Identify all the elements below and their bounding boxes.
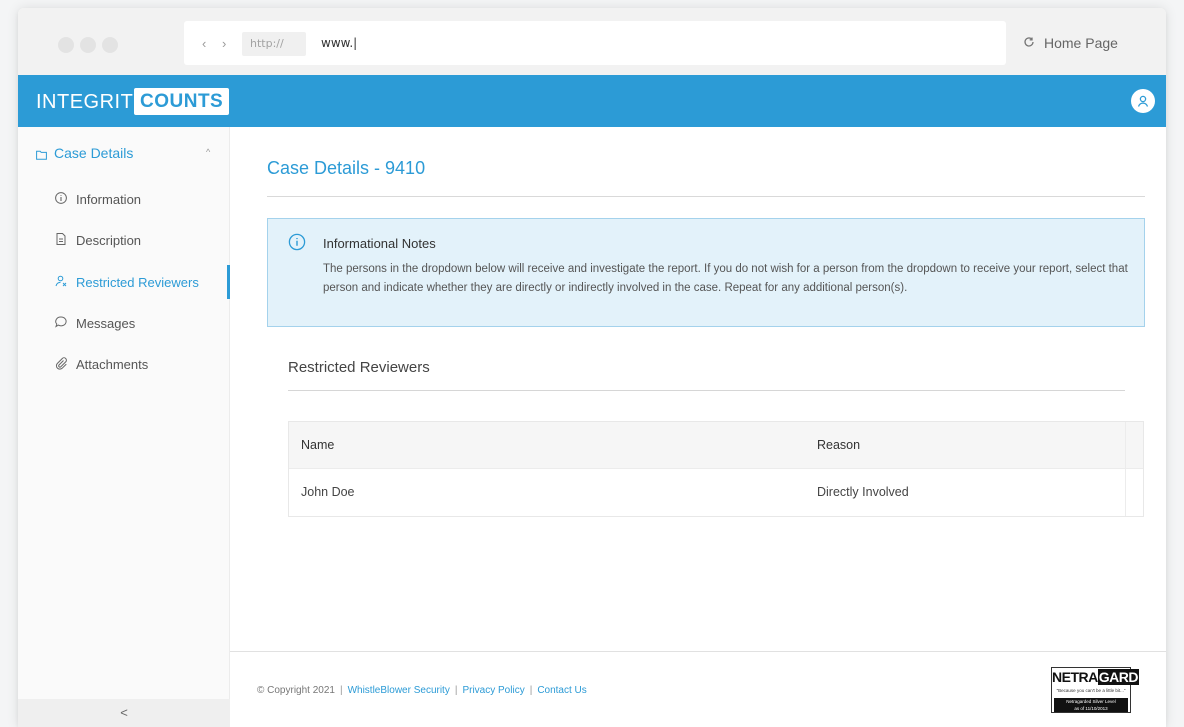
divider: [267, 196, 1145, 197]
sidebar-item-label: Attachments: [76, 357, 149, 372]
badge-logo: NETRAGARD: [1052, 669, 1139, 685]
paperclip-icon: [54, 356, 68, 370]
column-header-name[interactable]: Name: [301, 438, 334, 452]
column-divider: [1125, 469, 1126, 516]
cell-name: John Doe: [301, 485, 355, 499]
window-minimize-dot[interactable]: [80, 37, 96, 53]
sidebar-item-restricted-reviewers[interactable]: Restricted Reviewers: [18, 265, 230, 299]
browser-chrome: ‹ › http:// www.| Home Page: [18, 8, 1166, 75]
footer: © Copyright 2021 | WhistleBlower Security |…: [257, 685, 587, 696]
column-header-reason[interactable]: Reason: [817, 438, 860, 452]
cell-reason: Directly Involved: [817, 485, 909, 499]
whistleblower-security-link[interactable]: WhistleBlower Security: [348, 685, 450, 696]
sidebar-item-messages[interactable]: Messages: [18, 306, 230, 340]
sidebar-item-label: Messages: [76, 316, 136, 331]
chat-bubble-icon: [54, 315, 68, 329]
home-page-link[interactable]: Home Page: [1044, 35, 1118, 51]
address-bar[interactable]: [184, 21, 1006, 65]
info-circle-icon: [54, 191, 68, 205]
sidebar-item-attachments[interactable]: Attachments: [18, 347, 230, 381]
badge-tagline: "Because you can't be a little bit...": [1056, 688, 1126, 693]
copyright-text: © Copyright 2021: [257, 685, 335, 696]
contact-us-link[interactable]: Contact Us: [537, 685, 586, 696]
table-row[interactable]: John Doe Directly Involved: [289, 469, 1143, 516]
window-close-dot[interactable]: [58, 37, 74, 53]
table-header-row: Name Reason: [289, 422, 1143, 469]
sidebar-item-description[interactable]: Description: [18, 223, 230, 257]
info-notes-text: The persons in the dropdown below will r…: [323, 263, 1128, 294]
netragard-badge: NETRAGARD "Because you can't be a little…: [1051, 667, 1139, 713]
sidebar-collapse-button[interactable]: <: [18, 699, 230, 727]
restricted-user-icon: [54, 274, 68, 288]
badge-level: Netragarded Silver Level as of 11/10/201…: [1054, 698, 1128, 712]
divider: [288, 390, 1125, 391]
info-notes-box: Informational Notes The persons in the d…: [267, 218, 1145, 327]
url-input[interactable]: www.|: [321, 36, 357, 50]
url-protocol: http://: [242, 32, 306, 56]
user-avatar-icon[interactable]: [1131, 89, 1155, 113]
reload-icon[interactable]: [1022, 35, 1036, 52]
app-header: INTEGRITY COUNTS: [18, 75, 1166, 127]
sidebar-item-information[interactable]: Information: [18, 182, 230, 216]
browser-window: ‹ › http:// www.| Home Page INTEGRITY CO…: [18, 8, 1166, 727]
footer-divider: [230, 651, 1166, 652]
info-circle-icon: [288, 233, 306, 251]
document-icon: [54, 232, 68, 246]
reviewers-table: Name Reason John Doe Directly Involved: [288, 421, 1144, 517]
sidebar-item-label: Description: [76, 233, 142, 248]
brand-name-bold: COUNTS: [134, 88, 230, 115]
section-title: Restricted Reviewers: [288, 359, 430, 376]
privacy-policy-link[interactable]: Privacy Policy: [462, 685, 524, 696]
sidebar-item-label: Restricted Reviewers: [76, 275, 199, 290]
window-maximize-dot[interactable]: [102, 37, 118, 53]
sidebar: Case Details ^ Information Description R…: [18, 127, 230, 727]
column-divider: [1125, 422, 1126, 469]
page-title: Case Details - 9410: [267, 158, 426, 178]
folder-icon: [36, 147, 47, 165]
back-forward-icon[interactable]: ‹ ›: [202, 36, 232, 51]
info-notes-title: Informational Notes: [323, 236, 436, 251]
sidebar-section-case-details[interactable]: Case Details: [54, 145, 133, 161]
brand-name-light: INTEGRITY: [36, 91, 148, 113]
chevron-up-icon[interactable]: ^: [206, 147, 210, 157]
sidebar-item-label: Information: [76, 192, 142, 207]
